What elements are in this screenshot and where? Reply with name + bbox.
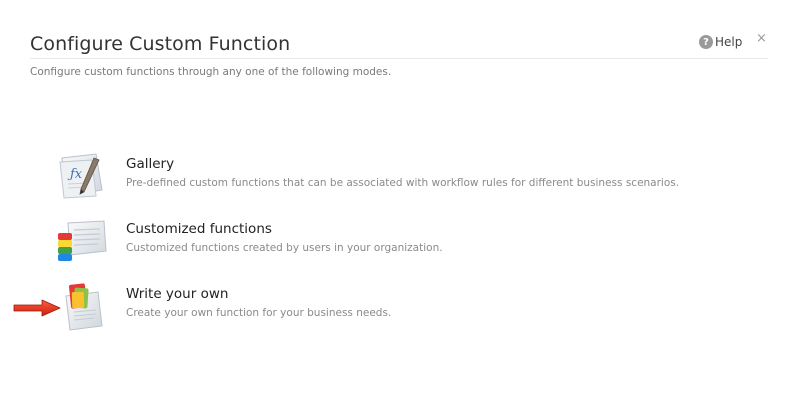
stacked-database-document-icon xyxy=(52,217,108,269)
dialog-subtitle: Configure custom functions through any o… xyxy=(30,66,392,78)
close-button[interactable]: × xyxy=(756,31,767,46)
option-write-your-own-title: Write your own xyxy=(126,286,229,302)
option-gallery[interactable]: ƒx Gallery Pre-defined custom functions … xyxy=(50,152,700,206)
option-gallery-description: Pre-defined custom functions that can be… xyxy=(126,177,680,189)
help-label: Help xyxy=(715,35,743,49)
option-gallery-title: Gallery xyxy=(126,156,175,172)
help-link[interactable]: ? Help xyxy=(699,35,742,49)
option-customized-functions-description: Customized functions created by users in… xyxy=(126,242,443,254)
option-write-your-own-description: Create your own function for your busine… xyxy=(126,307,392,319)
help-circle-icon: ? xyxy=(699,35,713,49)
option-customized-functions-title: Customized functions xyxy=(126,221,272,237)
red-pointer-arrow-icon xyxy=(12,298,62,318)
svg-text:ƒx: ƒx xyxy=(67,167,83,182)
header-divider xyxy=(30,58,768,59)
close-icon: × xyxy=(756,31,767,46)
option-customized-functions[interactable]: Customized functions Customized function… xyxy=(50,217,700,271)
option-write-your-own[interactable]: Write your own Create your own function … xyxy=(50,282,700,336)
function-document-icon: ƒx xyxy=(52,152,108,204)
configure-custom-function-dialog: Configure Custom Function ? Help × Confi… xyxy=(0,0,794,410)
dialog-title: Configure Custom Function xyxy=(30,33,291,55)
